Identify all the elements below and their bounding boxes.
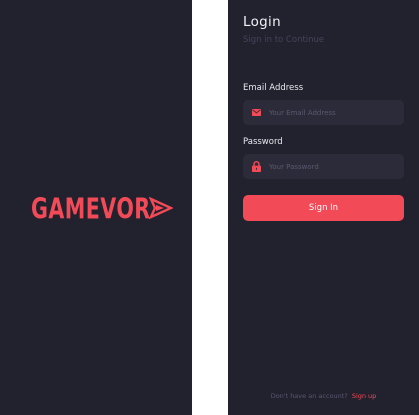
logo-wordmark: GAMEVOR [31, 192, 151, 226]
email-field[interactable] [243, 100, 404, 125]
envelope-icon [243, 100, 269, 125]
lock-icon [243, 154, 269, 179]
sign-up-link[interactable]: Sign up [352, 392, 377, 400]
app-logo: GAMEVOR [31, 192, 173, 226]
signup-prompt-text: Don't have an account? [270, 392, 348, 400]
splash-screen: GAMEVOR [0, 0, 192, 415]
password-input[interactable] [269, 154, 404, 179]
page-title: Login [243, 14, 281, 30]
chevron-flag-icon [149, 196, 173, 220]
page-subtitle: Sign in to Continue [243, 35, 325, 45]
email-label: Email Address [243, 83, 304, 93]
app-page: GAMEVOR Login Sign in to Continue Email … [0, 0, 419, 415]
login-screen: Login Sign in to Continue Email Address … [228, 0, 419, 415]
signup-prompt-row: Don't have an account? Sign up [228, 392, 419, 400]
email-input[interactable] [269, 100, 404, 125]
password-field[interactable] [243, 154, 404, 179]
password-label: Password [243, 137, 283, 147]
sign-in-button[interactable]: Sign In [243, 195, 404, 221]
